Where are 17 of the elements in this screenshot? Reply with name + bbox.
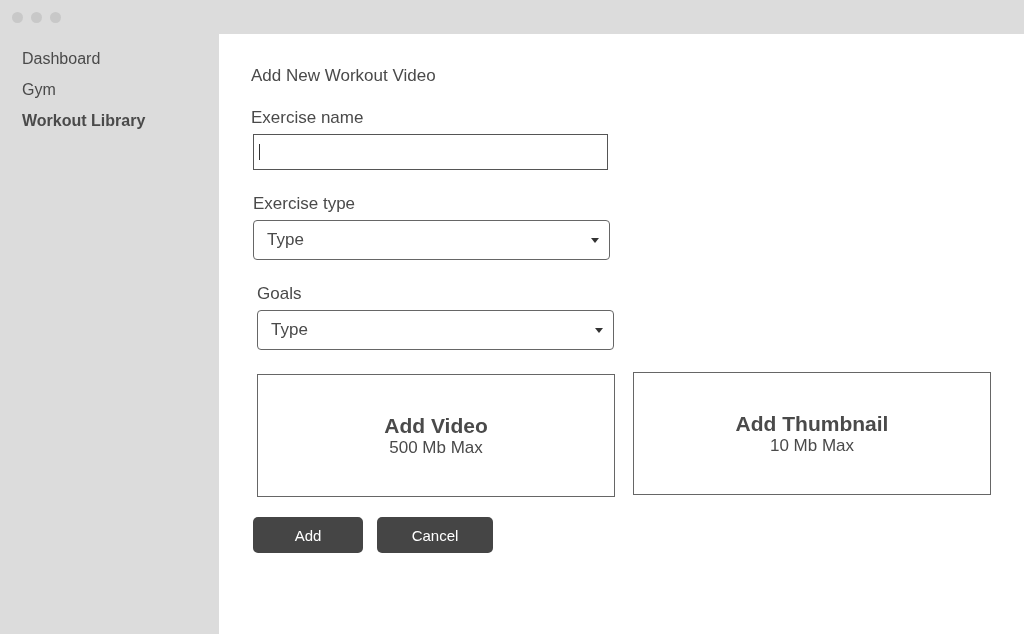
upload-area[interactable]: Add Video 500 Mb Max (257, 374, 615, 497)
form-button[interactable]: Cancel (377, 517, 493, 553)
text-cursor (259, 144, 260, 160)
sidebar-item[interactable]: Gym (22, 79, 219, 100)
input-field[interactable] (253, 134, 608, 170)
dropdown-caret-icon (595, 327, 603, 333)
dropdown-caret-icon (591, 237, 599, 243)
form-button[interactable]: Add (253, 517, 363, 553)
dropdown[interactable]: Type (257, 310, 614, 350)
field-label: Exercise type (253, 194, 357, 214)
form-title: Add New Workout Video (251, 66, 437, 86)
sidebar-item[interactable]: Workout Library (22, 110, 219, 131)
sidebar-item[interactable]: Dashboard (22, 48, 219, 69)
field-label: Goals (257, 284, 303, 304)
upload-area[interactable]: Add Thumbnail 10 Mb Max (633, 372, 991, 495)
dropdown[interactable]: Type (253, 220, 610, 260)
field-label: Exercise name (251, 108, 365, 128)
